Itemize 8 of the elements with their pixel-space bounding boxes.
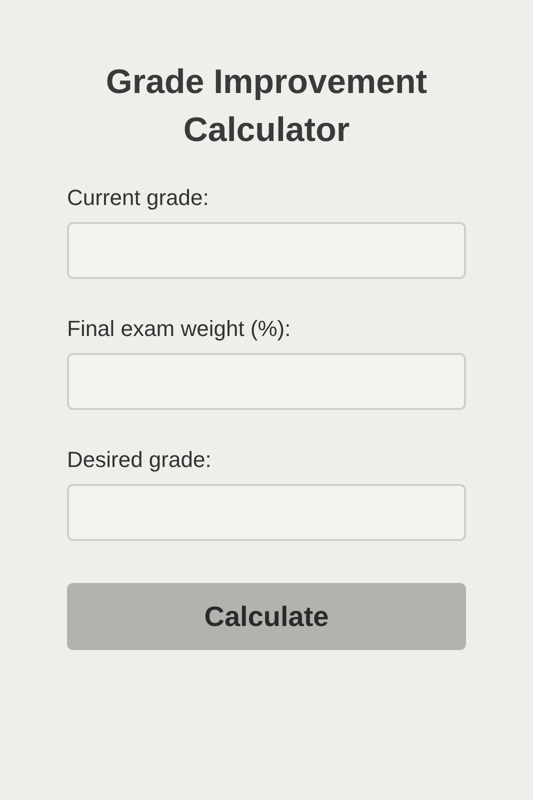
field-label: Desired grade: xyxy=(67,446,212,474)
page-title: Grade Improvement Calculator xyxy=(104,62,428,151)
input-field[interactable] xyxy=(67,353,466,410)
field-label: Final exam weight (%): xyxy=(67,315,292,343)
input-field[interactable] xyxy=(67,222,466,279)
field-label: Current grade: xyxy=(67,184,210,212)
calculate-button[interactable]: Calculate xyxy=(67,583,466,650)
input-field[interactable] xyxy=(67,484,466,541)
